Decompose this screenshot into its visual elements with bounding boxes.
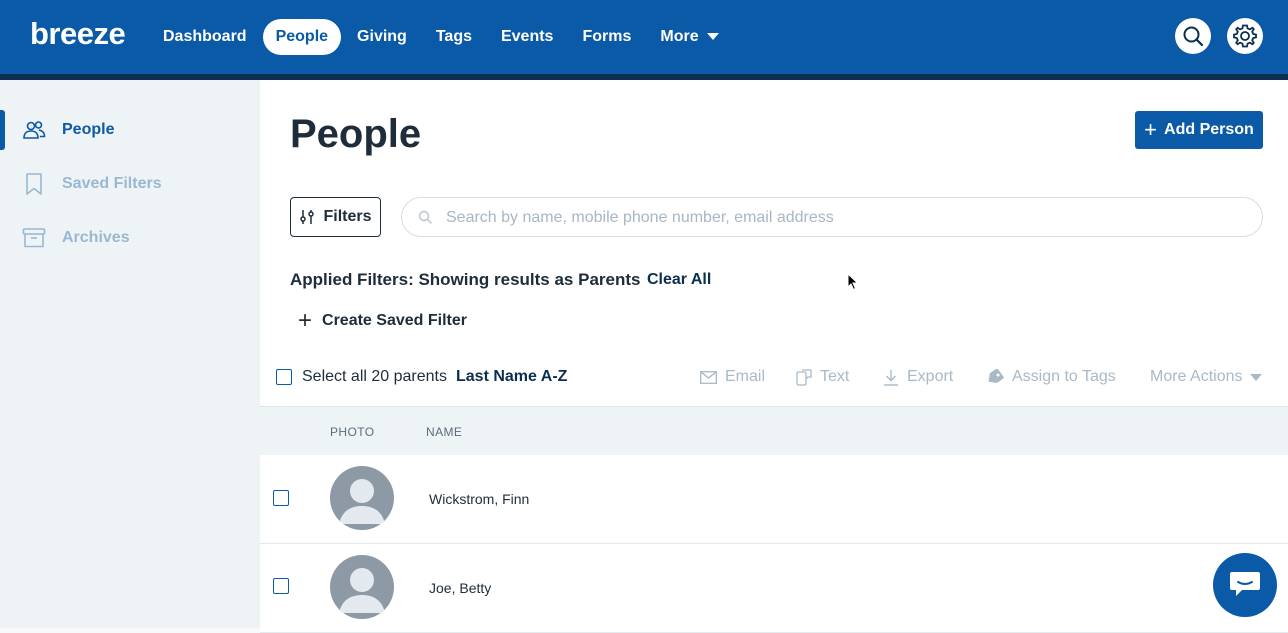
sort-dropdown[interactable]: Last Name A-Z <box>456 368 567 386</box>
main-nav: Dashboard People Giving Tags Events Form… <box>150 19 735 55</box>
breeze-logo[interactable]: breeze <box>30 16 126 52</box>
table-row[interactable]: Joe, Betty <box>260 544 1288 633</box>
page-title: People <box>290 112 422 156</box>
tag-icon <box>988 369 1004 384</box>
top-navigation-bar: breeze Dashboard People Giving Tags Even… <box>0 0 1288 74</box>
nav-people[interactable]: People <box>262 19 342 55</box>
nav-tags[interactable]: Tags <box>423 19 485 55</box>
export-label: Export <box>907 368 954 385</box>
person-name[interactable]: Wickstrom, Finn <box>429 491 529 507</box>
nav-events[interactable]: Events <box>488 19 566 55</box>
assign-to-tags-action[interactable]: Assign to Tags <box>986 368 1116 386</box>
sidebar-item-label: Saved Filters <box>62 175 162 192</box>
plus-icon: + <box>298 307 313 334</box>
search-bar <box>401 197 1263 237</box>
chevron-down-icon <box>1250 373 1263 381</box>
phone-message-icon <box>796 368 812 386</box>
mouse-cursor-icon <box>847 273 859 291</box>
main-content: People + Add Person Filters Applied Filt… <box>260 80 1288 633</box>
search-icon <box>1183 26 1204 47</box>
search-button[interactable] <box>1175 18 1211 54</box>
person-name[interactable]: Joe, Betty <box>429 580 491 596</box>
create-saved-filter-button[interactable]: + Create Saved Filter <box>298 309 467 333</box>
default-avatar-icon <box>339 568 385 613</box>
sidebar-item-people[interactable]: People <box>0 110 260 150</box>
more-actions-label: More Actions <box>1150 368 1243 385</box>
gear-icon <box>1233 24 1257 48</box>
search-input[interactable] <box>444 206 1248 230</box>
search-icon <box>418 210 432 224</box>
bookmark-icon <box>26 173 42 195</box>
sidebar-item-archives[interactable]: Archives <box>0 218 260 258</box>
chat-support-button[interactable] <box>1213 553 1277 617</box>
clear-all-link[interactable]: Clear All <box>647 271 711 289</box>
avatar <box>330 555 394 619</box>
sliders-icon <box>300 210 315 224</box>
archive-box-icon <box>22 228 46 248</box>
plus-icon: + <box>1144 117 1158 142</box>
chat-bubble-icon <box>1230 572 1260 596</box>
applied-filters-text: Applied Filters: Showing results as Pare… <box>290 270 641 289</box>
nav-more[interactable]: More <box>647 19 731 55</box>
download-icon <box>884 369 898 386</box>
sidebar: People Saved Filters Archives <box>0 80 260 628</box>
sidebar-item-label: Archives <box>62 229 130 246</box>
add-person-label: Add Person <box>1164 121 1254 138</box>
add-person-button[interactable]: + Add Person <box>1135 111 1263 149</box>
nav-more-label: More <box>660 28 699 45</box>
nav-dashboard[interactable]: Dashboard <box>150 19 260 55</box>
email-label: Email <box>725 368 766 385</box>
column-header-name: NAME <box>426 425 463 439</box>
sidebar-item-saved-filters[interactable]: Saved Filters <box>0 164 260 204</box>
settings-button[interactable] <box>1227 18 1263 54</box>
nav-giving[interactable]: Giving <box>344 19 420 55</box>
select-all-checkbox[interactable] <box>276 369 292 385</box>
select-all-label: Select all 20 parents <box>302 368 447 385</box>
create-saved-filter-label: Create Saved Filter <box>322 312 467 329</box>
row-checkbox[interactable] <box>273 578 289 594</box>
export-action[interactable]: Export <box>883 368 953 386</box>
avatar <box>330 466 394 530</box>
sidebar-item-label: People <box>62 121 115 138</box>
active-indicator <box>0 110 5 150</box>
email-action[interactable]: Email <box>700 368 765 386</box>
text-label: Text <box>820 368 850 385</box>
chevron-down-icon <box>706 33 719 41</box>
table-row[interactable]: Wickstrom, Finn <box>260 455 1288 544</box>
filters-button[interactable]: Filters <box>290 197 381 237</box>
people-icon <box>23 121 46 139</box>
table-header: PHOTO NAME <box>260 406 1288 456</box>
row-checkbox[interactable] <box>273 490 289 506</box>
more-actions-dropdown[interactable]: More Actions <box>1150 368 1263 386</box>
column-header-photo: PHOTO <box>330 425 375 439</box>
filters-label: Filters <box>323 208 372 225</box>
text-action[interactable]: Text <box>796 368 849 386</box>
assign-to-tags-label: Assign to Tags <box>1012 368 1116 385</box>
nav-forms[interactable]: Forms <box>569 19 644 55</box>
default-avatar-icon <box>339 479 385 524</box>
envelope-icon <box>700 370 717 384</box>
